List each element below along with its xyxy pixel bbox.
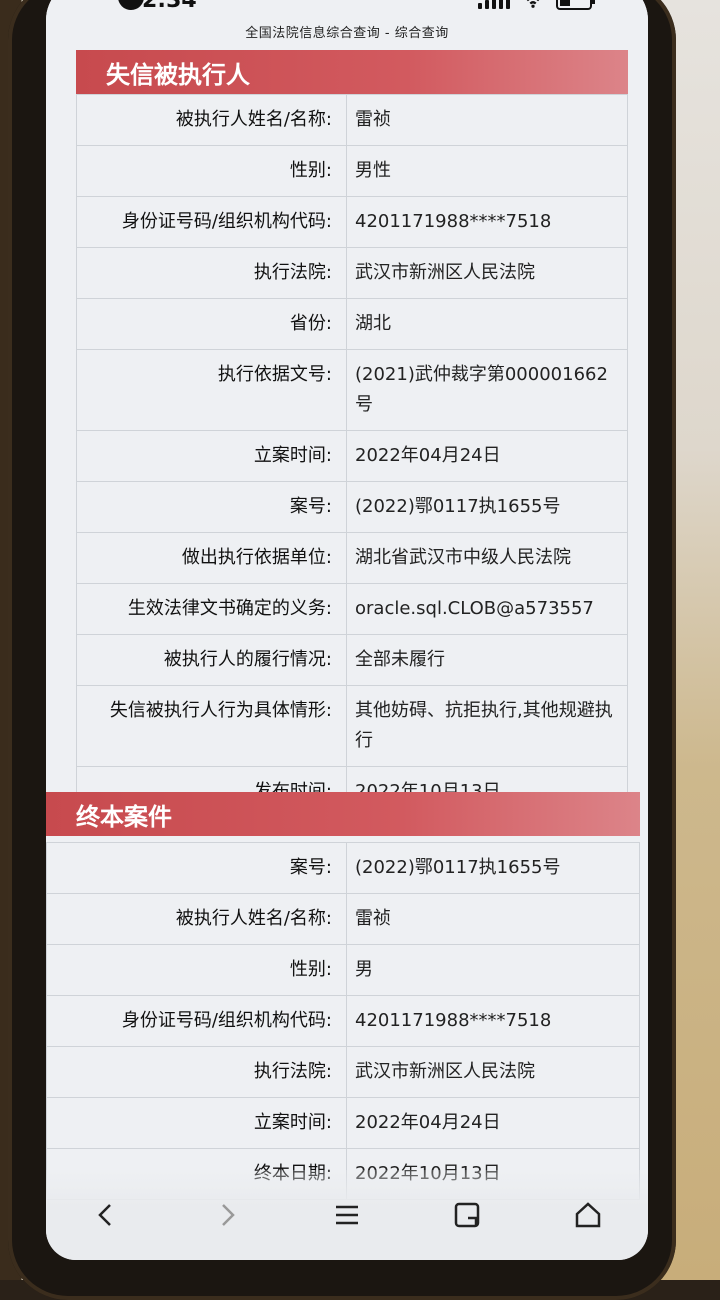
table-row: 案号: (2022)鄂0117执1655号 <box>76 482 628 533</box>
field-value: 2022年04月24日 <box>355 1112 501 1133</box>
status-icons <box>478 0 595 10</box>
field-label: 身份证号码/组织机构代码: <box>77 197 347 247</box>
field-value: 全部未履行 <box>355 649 445 670</box>
table-row: 性别: 男 <box>46 945 640 996</box>
home-button[interactable] <box>568 1195 608 1235</box>
field-label: 性别: <box>77 146 347 196</box>
table-row: 身份证号码/组织机构代码: 4201171988****7518 <box>76 197 628 248</box>
status-time: 2:34 <box>142 0 197 13</box>
signal-icon <box>478 0 510 9</box>
field-value: (2022)鄂0117执1655号 <box>355 857 561 878</box>
table-row: 案号: (2022)鄂0117执1655号 <box>46 842 640 894</box>
field-value: 男性 <box>355 160 391 181</box>
field-value: 雷祯 <box>355 908 391 929</box>
field-label: 生效法律文书确定的义务: <box>77 584 347 634</box>
dishonest-info-table: 被执行人姓名/名称: 雷祯 性别: 男性 身份证号码/组织机构代码: 4201171988… <box>76 94 628 818</box>
menu-icon <box>335 1205 358 1225</box>
table-row: 被执行人姓名/名称: 雷祯 <box>76 94 628 146</box>
section-title: 终本案件 <box>76 802 172 831</box>
front-camera <box>118 0 144 10</box>
tabs-button[interactable] <box>447 1195 487 1235</box>
field-label: 做出执行依据单位: <box>77 533 347 583</box>
field-value: 武汉市新洲区人民法院 <box>355 1061 535 1082</box>
field-label: 执行法院: <box>77 248 347 298</box>
table-row: 执行依据文号: (2021)武仲裁字第000001662号 <box>76 350 628 431</box>
page-title: 全国法院信息综合查询 - 综合查询 <box>245 26 449 41</box>
phone-frame: 2:34 全国法院信息综合查询 - 综合查询 失信被执行人 被执行人姓名/名称:… <box>8 0 676 1300</box>
status-bar: 2:34 <box>46 0 648 20</box>
home-icon <box>575 1202 600 1228</box>
table-row: 失信被执行人行为具体情形: 其他妨碍、抗拒执行,其他规避执行 <box>76 686 628 767</box>
battery-icon <box>556 0 595 10</box>
table-row: 立案时间: 2022年04月24日 <box>76 431 628 482</box>
field-value: 4201171988****7518 <box>355 1010 552 1031</box>
field-label: 被执行人的履行情况: <box>77 635 347 685</box>
field-value: 雷祯 <box>355 109 391 130</box>
tabs-icon <box>455 1202 480 1228</box>
field-label: 被执行人姓名/名称: <box>77 95 347 145</box>
field-label: 被执行人姓名/名称: <box>47 894 347 944</box>
field-label: 执行依据文号: <box>77 350 347 430</box>
field-value: 2022年04月24日 <box>355 445 501 466</box>
field-value: oracle.sql.CLOB@a573557 <box>355 598 594 619</box>
table-row: 性别: 男性 <box>76 146 628 197</box>
table-row: 执行法院: 武汉市新洲区人民法院 <box>76 248 628 299</box>
table-row: 执行法院: 武汉市新洲区人民法院 <box>46 1047 640 1098</box>
table-row: 做出执行依据单位: 湖北省武汉市中级人民法院 <box>76 533 628 584</box>
field-label: 立案时间: <box>77 431 347 481</box>
terminated-case-table: 案号: (2022)鄂0117执1655号 被执行人姓名/名称: 雷祯 性别: 男身份证号… <box>46 842 640 1200</box>
browser-bottom-nav <box>46 1170 648 1260</box>
field-value: 4201171988****7518 <box>355 211 552 232</box>
field-label: 失信被执行人行为具体情形: <box>77 686 347 766</box>
field-label: 执行法院: <box>47 1047 347 1097</box>
field-value: 武汉市新洲区人民法院 <box>355 262 535 283</box>
field-value: (2022)鄂0117执1655号 <box>355 496 561 517</box>
field-label: 案号: <box>77 482 347 532</box>
menu-button[interactable] <box>327 1195 367 1235</box>
field-label: 立案时间: <box>47 1098 347 1148</box>
field-value: 湖北省武汉市中级人民法院 <box>355 547 571 568</box>
field-value: 男 <box>355 959 373 980</box>
wifi-icon <box>526 0 540 8</box>
section-header-dishonest: 失信被执行人 <box>76 50 628 94</box>
field-label: 性别: <box>47 945 347 995</box>
table-row: 被执行人姓名/名称: 雷祯 <box>46 894 640 945</box>
section-header-terminated: 终本案件 <box>46 792 640 836</box>
field-label: 案号: <box>47 843 347 893</box>
table-row: 立案时间: 2022年04月24日 <box>46 1098 640 1149</box>
table-row: 省份: 湖北 <box>76 299 628 350</box>
forward-icon <box>221 1204 235 1226</box>
field-value: 湖北 <box>355 313 391 334</box>
back-button[interactable] <box>86 1195 126 1235</box>
back-icon <box>98 1204 112 1226</box>
table-row: 生效法律文书确定的义务: oracle.sql.CLOB@a573557 <box>76 584 628 635</box>
table-row: 身份证号码/组织机构代码: 4201171988****7518 <box>46 996 640 1047</box>
field-value: 其他妨碍、抗拒执行,其他规避执行 <box>355 700 613 751</box>
table-row: 被执行人的履行情况: 全部未履行 <box>76 635 628 686</box>
section-title: 失信被执行人 <box>106 60 250 89</box>
phone-screen: 2:34 全国法院信息综合查询 - 综合查询 失信被执行人 被执行人姓名/名称:… <box>46 0 648 1260</box>
field-value: (2021)武仲裁字第000001662号 <box>355 364 608 415</box>
forward-button[interactable] <box>207 1195 247 1235</box>
field-label: 身份证号码/组织机构代码: <box>47 996 347 1046</box>
field-label: 省份: <box>77 299 347 349</box>
